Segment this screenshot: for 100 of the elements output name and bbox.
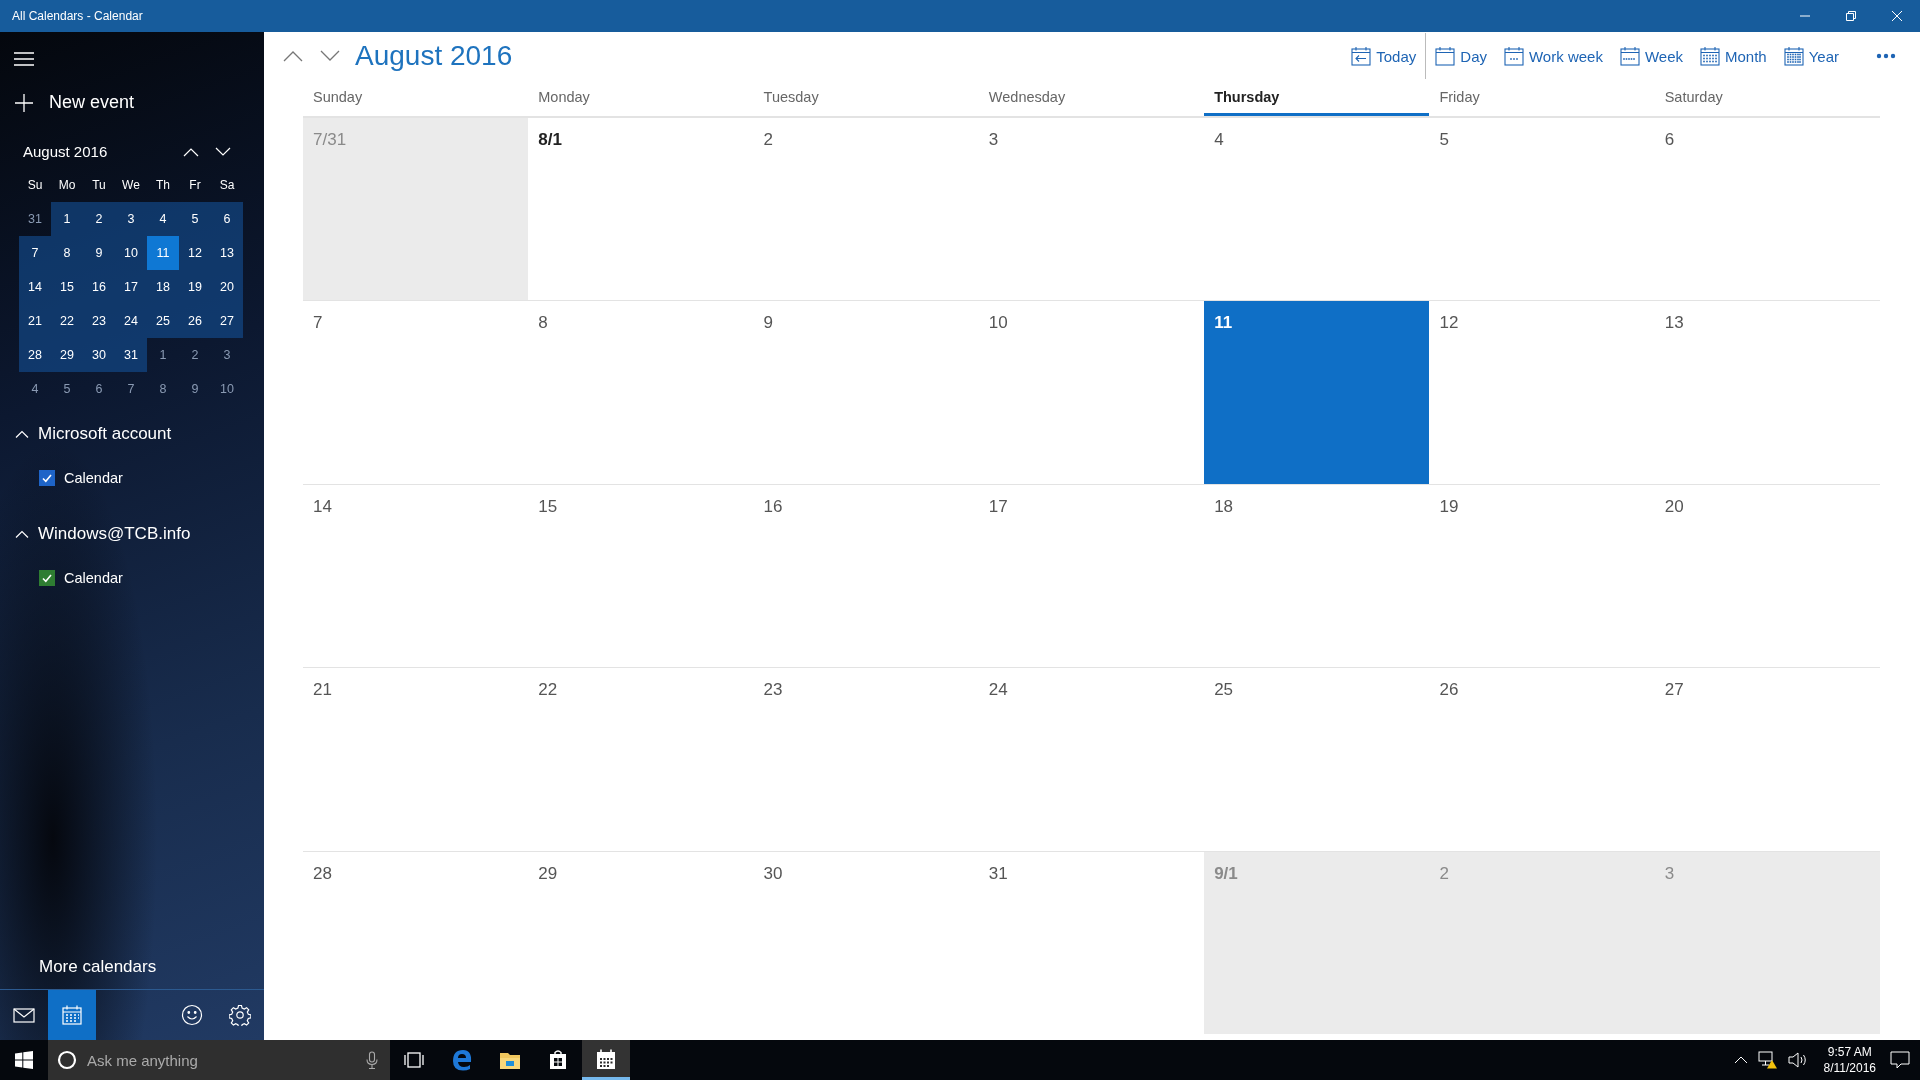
day-cell[interactable]: 14: [303, 483, 529, 668]
mini-calendar-day[interactable]: 21: [19, 304, 51, 338]
mini-calendar-day[interactable]: 18: [147, 270, 179, 304]
mini-calendar-day[interactable]: 24: [115, 304, 147, 338]
day-cell[interactable]: 22: [528, 667, 754, 851]
calendar-name[interactable]: Calendar: [64, 470, 123, 486]
mini-calendar-day[interactable]: 11: [147, 236, 179, 270]
workweek-view-button[interactable]: Work week: [1504, 46, 1603, 66]
mini-calendar-day[interactable]: 1: [51, 202, 83, 236]
day-cell[interactable]: 8: [528, 300, 754, 484]
more-icon[interactable]: [1876, 53, 1896, 59]
day-cell[interactable]: 27: [1654, 667, 1880, 851]
mini-calendar-day[interactable]: 6: [83, 372, 115, 406]
calendar-name[interactable]: Calendar: [64, 570, 123, 586]
mini-calendar-day[interactable]: 26: [179, 304, 211, 338]
more-calendars-link[interactable]: More calendars: [39, 957, 157, 977]
mini-calendar-day[interactable]: 31: [19, 202, 51, 236]
new-event-button[interactable]: New event: [15, 92, 135, 113]
day-cell[interactable]: 29: [528, 850, 754, 1034]
mini-calendar-day[interactable]: 4: [19, 372, 51, 406]
mini-calendar-day[interactable]: 8: [147, 372, 179, 406]
mini-calendar-day[interactable]: 15: [51, 270, 83, 304]
day-view-button[interactable]: Day: [1435, 46, 1487, 66]
mini-calendar-day[interactable]: 16: [83, 270, 115, 304]
calendar-checkbox[interactable]: [39, 570, 55, 586]
mini-calendar-day[interactable]: 7: [115, 372, 147, 406]
day-cell[interactable]: 25: [1204, 667, 1430, 851]
day-cell[interactable]: 7: [303, 300, 529, 484]
mini-calendar-day[interactable]: 13: [211, 236, 243, 270]
weekday-header: Friday: [1438, 88, 1481, 107]
calendar-button[interactable]: [48, 990, 96, 1040]
day-cell[interactable]: 8/1: [528, 117, 754, 301]
day-cell[interactable]: 9: [753, 300, 979, 484]
restore-icon[interactable]: [1846, 11, 1856, 21]
day-cell[interactable]: 6: [1654, 117, 1880, 301]
mini-calendar-day[interactable]: 3: [211, 338, 243, 372]
menu-icon[interactable]: [14, 52, 34, 66]
calendar-checkbox[interactable]: [39, 470, 55, 486]
day-cell[interactable]: 18: [1204, 483, 1430, 668]
day-cell[interactable]: 2: [753, 117, 979, 301]
day-cell[interactable]: 12: [1429, 300, 1655, 484]
mini-calendar-day[interactable]: 14: [19, 270, 51, 304]
chevron-up-icon[interactable]: [1733, 1056, 1748, 1064]
day-cell[interactable]: 24: [978, 667, 1205, 851]
microphone-icon[interactable]: [366, 1051, 378, 1069]
mini-calendar-day[interactable]: 29: [51, 338, 83, 372]
day-cell[interactable]: 28: [303, 850, 529, 1034]
mini-calendar-day[interactable]: 7: [19, 236, 51, 270]
day-cell[interactable]: 19: [1429, 483, 1655, 668]
mini-calendar-day[interactable]: 22: [51, 304, 83, 338]
day-cell[interactable]: 11: [1204, 300, 1430, 484]
mini-calendar-day[interactable]: 8: [51, 236, 83, 270]
mini-calendar-day[interactable]: 2: [83, 202, 115, 236]
mini-calendar-day[interactable]: 4: [147, 202, 179, 236]
mini-calendar-day[interactable]: 12: [179, 236, 211, 270]
clock-date[interactable]: 8/11/2016: [1823, 1060, 1876, 1076]
mini-calendar-day[interactable]: 9: [179, 372, 211, 406]
month-view-button[interactable]: Month: [1700, 46, 1767, 66]
day-cell[interactable]: 15: [528, 483, 754, 668]
mini-calendar-day[interactable]: 10: [211, 372, 243, 406]
account-header[interactable]: Microsoft account: [15, 418, 172, 450]
mini-calendar-day[interactable]: 5: [51, 372, 83, 406]
day-cell[interactable]: 26: [1429, 667, 1655, 851]
mini-calendar-day[interactable]: 25: [147, 304, 179, 338]
day-cell[interactable]: 5: [1429, 117, 1655, 301]
mini-calendar-day[interactable]: 19: [179, 270, 211, 304]
clock-time[interactable]: 9:57 AM: [1827, 1044, 1872, 1060]
mini-calendar-day[interactable]: 27: [211, 304, 243, 338]
mini-calendar-day[interactable]: 2: [179, 338, 211, 372]
mini-calendar-day[interactable]: 23: [83, 304, 115, 338]
day-cell[interactable]: 30: [753, 850, 979, 1034]
day-cell[interactable]: 20: [1654, 483, 1880, 668]
year-view-button[interactable]: Year: [1783, 46, 1839, 66]
network-warning-icon[interactable]: [1757, 1051, 1778, 1069]
volume-icon[interactable]: [1787, 1052, 1808, 1068]
mini-calendar-day[interactable]: 20: [211, 270, 243, 304]
close-icon[interactable]: [1892, 11, 1902, 21]
mini-calendar-day[interactable]: 9: [83, 236, 115, 270]
mini-calendar-day[interactable]: 30: [83, 338, 115, 372]
week-view-button[interactable]: Week: [1619, 46, 1683, 66]
day-cell[interactable]: 16: [753, 483, 979, 668]
today-view-button[interactable]: Today: [1351, 46, 1417, 66]
search-field[interactable]: Ask me anything: [85, 1050, 358, 1070]
mini-calendar-day[interactable]: 6: [211, 202, 243, 236]
mini-calendar-day[interactable]: 1: [147, 338, 179, 372]
mini-calendar-day[interactable]: 28: [19, 338, 51, 372]
day-cell[interactable]: 13: [1654, 300, 1880, 484]
search-box[interactable]: Ask me anything: [48, 1040, 390, 1080]
mini-calendar-day[interactable]: 5: [179, 202, 211, 236]
day-cell[interactable]: 17: [978, 483, 1205, 668]
mini-calendar-day[interactable]: 31: [115, 338, 147, 372]
mini-calendar-day[interactable]: 3: [115, 202, 147, 236]
day-cell[interactable]: 21: [303, 667, 529, 851]
account-header[interactable]: Windows@TCB.info: [15, 518, 191, 550]
calendar-app-button[interactable]: [582, 1040, 630, 1080]
day-cell[interactable]: 3: [978, 117, 1205, 301]
day-cell[interactable]: 23: [753, 667, 979, 851]
mini-calendar-day[interactable]: 10: [115, 236, 147, 270]
mini-calendar-day[interactable]: 17: [115, 270, 147, 304]
notification-icon[interactable]: [1890, 1051, 1910, 1069]
